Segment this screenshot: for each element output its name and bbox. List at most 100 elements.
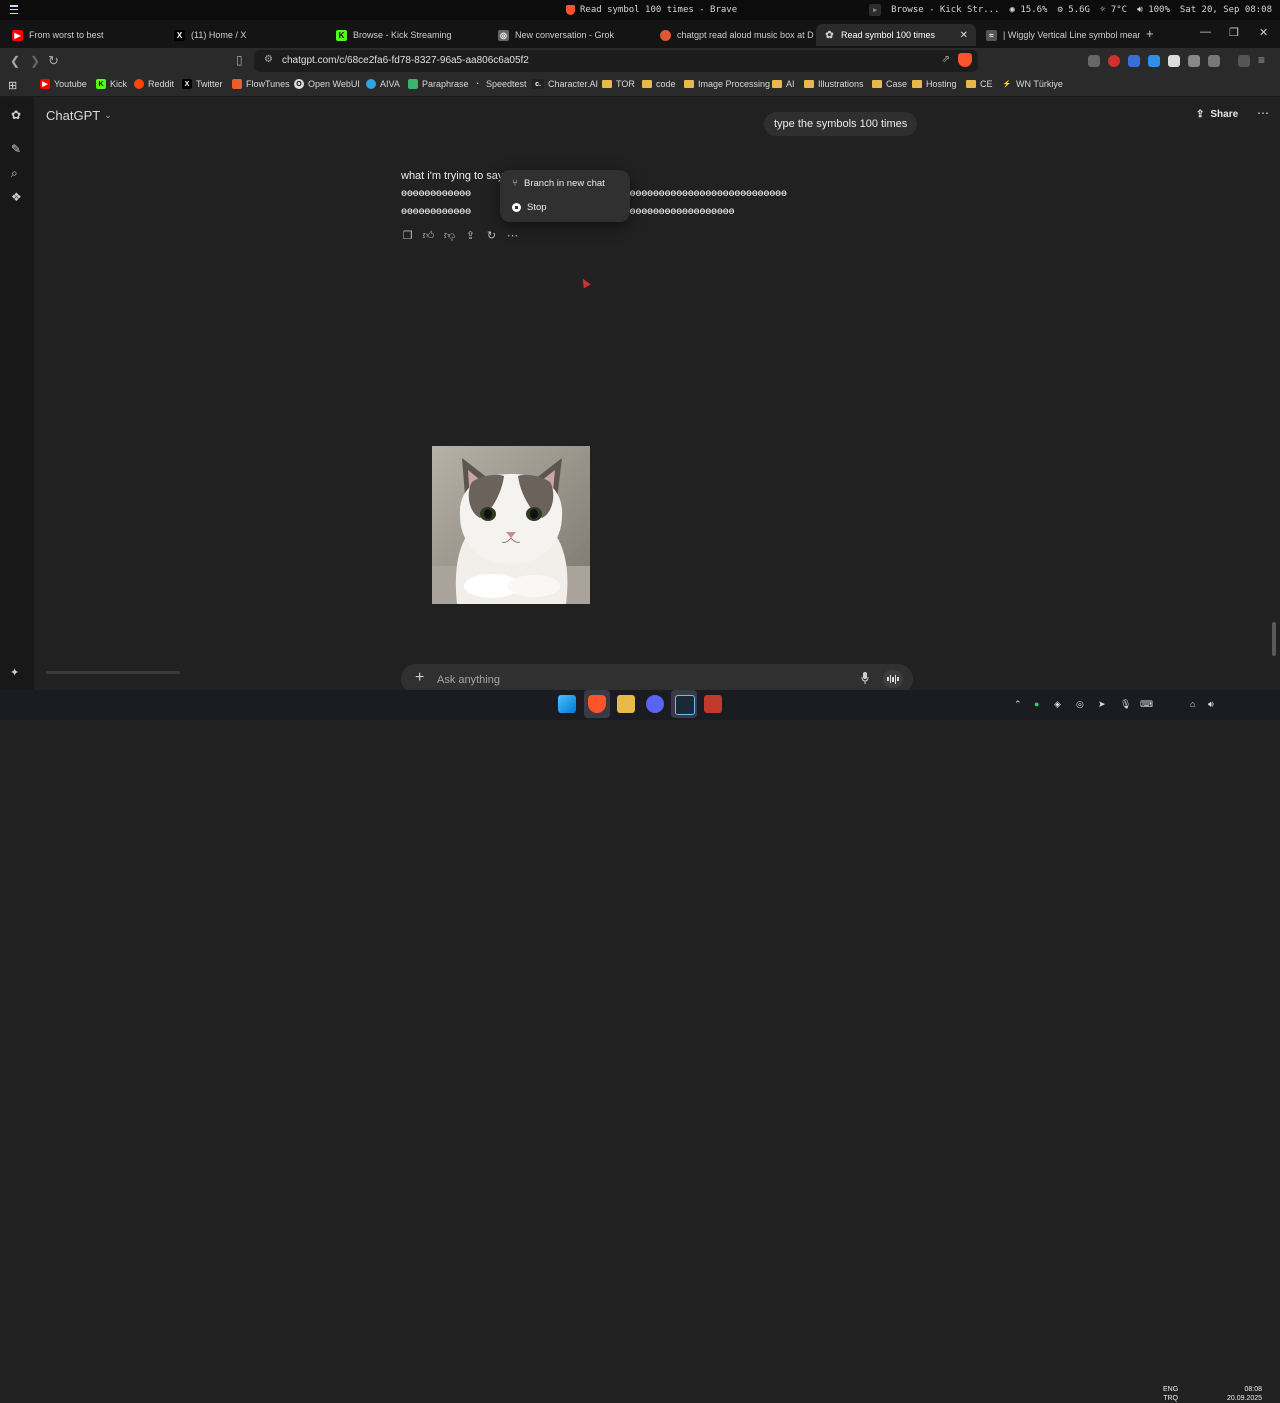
plus-icon[interactable]: + xyxy=(415,669,424,687)
thumbs-up-icon[interactable]: 👍︎ xyxy=(422,229,435,242)
bookmark-folder-illustrations[interactable]: Illustrations xyxy=(804,79,864,89)
extension-icon[interactable] xyxy=(1088,55,1100,67)
voice-mode-button[interactable] xyxy=(883,670,903,688)
tray-app-icon[interactable]: ● xyxy=(1034,699,1039,709)
brave-shields-icon[interactable] xyxy=(958,53,972,67)
discord-icon[interactable] xyxy=(646,695,664,713)
more-actions-icon[interactable]: ⋯ xyxy=(506,229,519,242)
vertical-scrollbar[interactable] xyxy=(1272,622,1276,656)
forward-icon[interactable]: ❯ xyxy=(30,54,40,68)
bookmarks-bar: ⊞ ▶ Youtube K Kick Reddit X Twitter FlowTun… xyxy=(0,74,1280,97)
brave-browser-icon[interactable] xyxy=(588,695,606,713)
tray-volume-icon[interactable]: 🔊︎ xyxy=(1208,699,1214,710)
bookmark-folder-hosting[interactable]: Hosting xyxy=(912,79,957,89)
extension-translate-icon[interactable] xyxy=(1148,55,1160,67)
bookmark-character-ai[interactable]: c. Character.AI xyxy=(532,79,598,89)
extension-red-icon[interactable] xyxy=(1108,55,1120,67)
bookmark-reddit[interactable]: Reddit xyxy=(134,79,174,89)
sparkle-icon[interactable]: ✦ xyxy=(10,666,19,679)
tab-duckduckgo[interactable]: chatgpt read aloud music box at Du xyxy=(652,24,814,46)
model-selector[interactable]: ChatGPT ⌄ xyxy=(46,108,112,123)
apps-grid-icon[interactable]: ⊞ xyxy=(8,79,17,92)
windows-start-icon[interactable] xyxy=(558,695,576,713)
new-tab-icon[interactable]: + xyxy=(1146,26,1154,41)
tray-vpn-icon[interactable]: ◎ xyxy=(1076,699,1084,710)
steam-icon[interactable] xyxy=(675,695,695,715)
tab-read-symbol[interactable]: ✿ Read symbol 100 times ✕ xyxy=(816,24,976,46)
new-chat-icon[interactable]: ✎ xyxy=(11,142,23,156)
browser-menu-icon[interactable]: ≡ xyxy=(1258,53,1265,67)
file-explorer-icon[interactable] xyxy=(617,695,635,713)
tab-youtube[interactable]: ▶ From worst to best xyxy=(4,24,166,46)
share-page-icon[interactable]: ⇗ xyxy=(942,54,950,65)
horizontal-scrollbar[interactable] xyxy=(46,671,180,674)
tab-grok[interactable]: ◎ New conversation - Grok xyxy=(490,24,652,46)
bookmark-wn-turkiye[interactable]: ⚡ WN Türkiye xyxy=(1002,79,1063,89)
branch-icon: ⑂ xyxy=(512,178,518,189)
restore-icon[interactable]: ❐ xyxy=(1229,26,1239,39)
site-settings-icon[interactable]: ⚙ xyxy=(264,54,273,65)
tray-keyboard-icon[interactable]: ⌨ xyxy=(1140,699,1153,710)
search-icon[interactable]: ⌕ xyxy=(11,166,23,180)
sidebar-toggle-icon[interactable] xyxy=(1208,55,1220,67)
bookmark-youtube[interactable]: ▶ Youtube xyxy=(40,79,87,89)
share-icon[interactable]: ⇪ xyxy=(464,229,477,242)
webui-icon: O xyxy=(294,79,304,89)
url-field[interactable]: ⚙ chatgpt.com/c/68ce2fa6-fd78-8327-96a5-… xyxy=(254,50,978,72)
copy-icon[interactable]: ❐ xyxy=(401,229,414,242)
reload-icon[interactable]: ↻ xyxy=(48,53,59,69)
bookmark-folder-image-processing[interactable]: Image Processing xyxy=(684,79,770,89)
back-icon[interactable]: ❮ xyxy=(10,54,20,68)
ask-anything-input[interactable] xyxy=(435,670,839,690)
assistant-response: what i'm trying to say ѳѳѳѳѳѳѳѳѳѳѳѳ ѳѳѳѳѳ… xyxy=(401,167,911,221)
tray-overflow-icon[interactable]: ⌃ xyxy=(1014,699,1022,710)
more-options-icon[interactable]: ⋯ xyxy=(1257,106,1270,120)
library-icon[interactable]: ❖ xyxy=(11,190,23,204)
bookmark-folder-code[interactable]: code xyxy=(642,79,676,89)
bookmark-aiva[interactable]: AIVA xyxy=(366,79,400,89)
stop-item[interactable]: Stop xyxy=(512,202,547,213)
close-tab-icon[interactable]: ✕ xyxy=(960,30,968,41)
tray-steam-icon[interactable]: ◈ xyxy=(1054,699,1061,710)
cat-image[interactable] xyxy=(432,446,590,604)
menu-icon[interactable] xyxy=(10,5,18,14)
bookmark-folder-tor[interactable]: TOR xyxy=(602,79,635,89)
play-icon[interactable]: ▶ xyxy=(869,4,882,16)
response-intro: what i'm trying to say xyxy=(401,170,504,182)
tab-wiggly-line[interactable]: ≈ | Wiggly Vertical Line symbol meani xyxy=(978,24,1140,46)
share-button[interactable]: ⇪ Share xyxy=(1196,109,1238,120)
volume-indicator: 🔊︎ 100% xyxy=(1137,5,1170,15)
bookmark-folder-ce[interactable]: CE xyxy=(966,79,993,89)
tab-kick[interactable]: K Browse - Kick Streaming xyxy=(328,24,490,46)
extension-blue-icon[interactable] xyxy=(1128,55,1140,67)
folder-icon xyxy=(966,80,976,88)
bookmark-folder-case[interactable]: Case xyxy=(872,79,907,89)
message-options-menu: ⑂ Branch in new chat Stop xyxy=(500,170,630,222)
input-language[interactable]: ENG TRQ xyxy=(1163,1385,1178,1403)
close-window-icon[interactable]: ✕ xyxy=(1259,26,1268,39)
wallet-icon[interactable] xyxy=(1238,55,1250,67)
chatgpt-logo-icon[interactable]: ✿ xyxy=(11,108,23,122)
app-red-icon[interactable] xyxy=(704,695,722,713)
tray-mic-icon[interactable]: 🎙︎ xyxy=(1120,699,1131,710)
bookmark-icon[interactable]: ▯ xyxy=(236,53,243,67)
extensions-puzzle-icon[interactable] xyxy=(1188,55,1200,67)
bookmark-twitter[interactable]: X Twitter xyxy=(182,79,223,89)
bookmark-paraphrase[interactable]: Paraphrase xyxy=(408,79,469,89)
page-icon: ≈ xyxy=(986,29,997,41)
bookmark-speedtest[interactable]: ◔ Speedtest xyxy=(472,79,527,89)
bookmark-open-webui[interactable]: O Open WebUI xyxy=(294,79,360,89)
taskbar-clock[interactable]: 08:08 20.09.2025 xyxy=(1227,1385,1262,1403)
tab-x-home[interactable]: X (11) Home / X xyxy=(166,24,328,46)
bookmark-flowtunes[interactable]: FlowTunes xyxy=(232,79,290,89)
thumbs-down-icon[interactable]: 👎︎ xyxy=(443,229,456,242)
tray-telegram-icon[interactable]: ➤ xyxy=(1098,699,1106,710)
minimize-icon[interactable]: — xyxy=(1200,26,1211,38)
bookmark-folder-ai[interactable]: AI xyxy=(772,79,795,89)
microphone-icon[interactable] xyxy=(861,672,869,684)
tray-network-icon[interactable]: ⌂ xyxy=(1190,699,1195,709)
extension-shield-icon[interactable] xyxy=(1168,55,1180,67)
regenerate-icon[interactable]: ↻ xyxy=(485,229,498,242)
branch-in-new-chat-item[interactable]: ⑂ Branch in new chat xyxy=(512,178,605,189)
bookmark-kick[interactable]: K Kick xyxy=(96,79,127,89)
